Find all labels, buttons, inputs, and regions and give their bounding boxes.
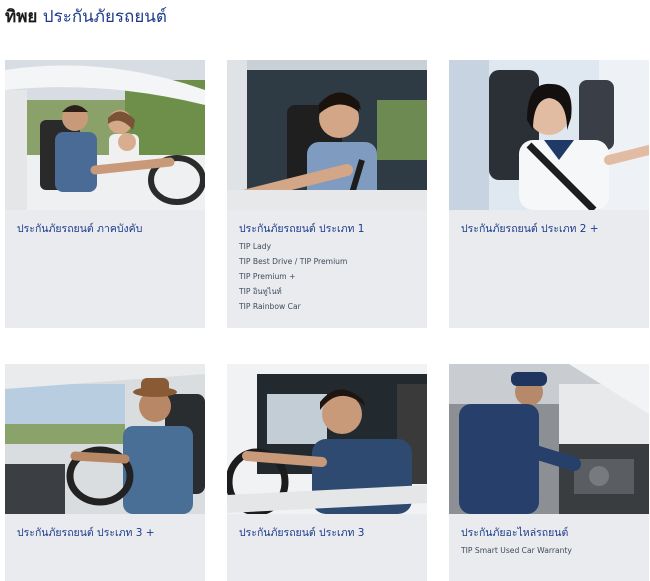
product-card-type-2-plus[interactable]: ประกันภัยรถยนต์ ประเภท 2 +	[449, 60, 649, 328]
sub-product-link[interactable]: TIP Smart Used Car Warranty	[461, 543, 637, 558]
card-title: ประกันภัยรถยนต์ ประเภท 3	[239, 527, 365, 539]
sub-product-link[interactable]: TIP อินทูไนท์	[239, 284, 415, 299]
card-title: ประกันภัยรถยนต์ ประเภท 1	[239, 223, 365, 235]
product-card-type-3[interactable]: ประกันภัยรถยนต์ ประเภท 3	[227, 364, 427, 581]
sub-product-link[interactable]: TIP Premium +	[239, 269, 415, 284]
man-with-hat-driving-photo	[5, 364, 205, 514]
product-card-type-1[interactable]: ประกันภัยรถยนต์ ประเภท 1 TIP Lady TIP Be…	[227, 60, 427, 328]
sub-product-link[interactable]: TIP Best Drive / TIP Premium	[239, 254, 415, 269]
page-heading: ประกันภัยรถยนต์	[42, 7, 167, 27]
sub-product-link[interactable]: TIP Rainbow Car	[239, 299, 415, 314]
family-in-car-photo	[5, 60, 205, 210]
woman-driver-photo	[449, 60, 649, 210]
young-man-driving-photo	[227, 364, 427, 514]
page-title: ทิพย ประกันภัยรถยนต์	[5, 4, 167, 30]
brand-name: ทิพย	[5, 7, 38, 27]
mechanic-engine-photo	[449, 364, 649, 514]
card-title: ประกันภัยอะไหล่รถยนต์	[461, 527, 569, 539]
card-title: ประกันภัยรถยนต์ ประเภท 3 +	[17, 527, 155, 539]
product-card-compulsory[interactable]: ประกันภัยรถยนต์ ภาคบังคับ	[5, 60, 205, 328]
product-card-parts[interactable]: ประกันภัยอะไหล่รถยนต์ TIP Smart Used Car…	[449, 364, 649, 581]
man-driving-photo	[227, 60, 427, 210]
card-title: ประกันภัยรถยนต์ ภาคบังคับ	[17, 223, 143, 235]
card-title: ประกันภัยรถยนต์ ประเภท 2 +	[461, 223, 599, 235]
product-card-type-3-plus[interactable]: ประกันภัยรถยนต์ ประเภท 3 +	[5, 364, 205, 581]
sub-product-link[interactable]: TIP Lady	[239, 239, 415, 254]
